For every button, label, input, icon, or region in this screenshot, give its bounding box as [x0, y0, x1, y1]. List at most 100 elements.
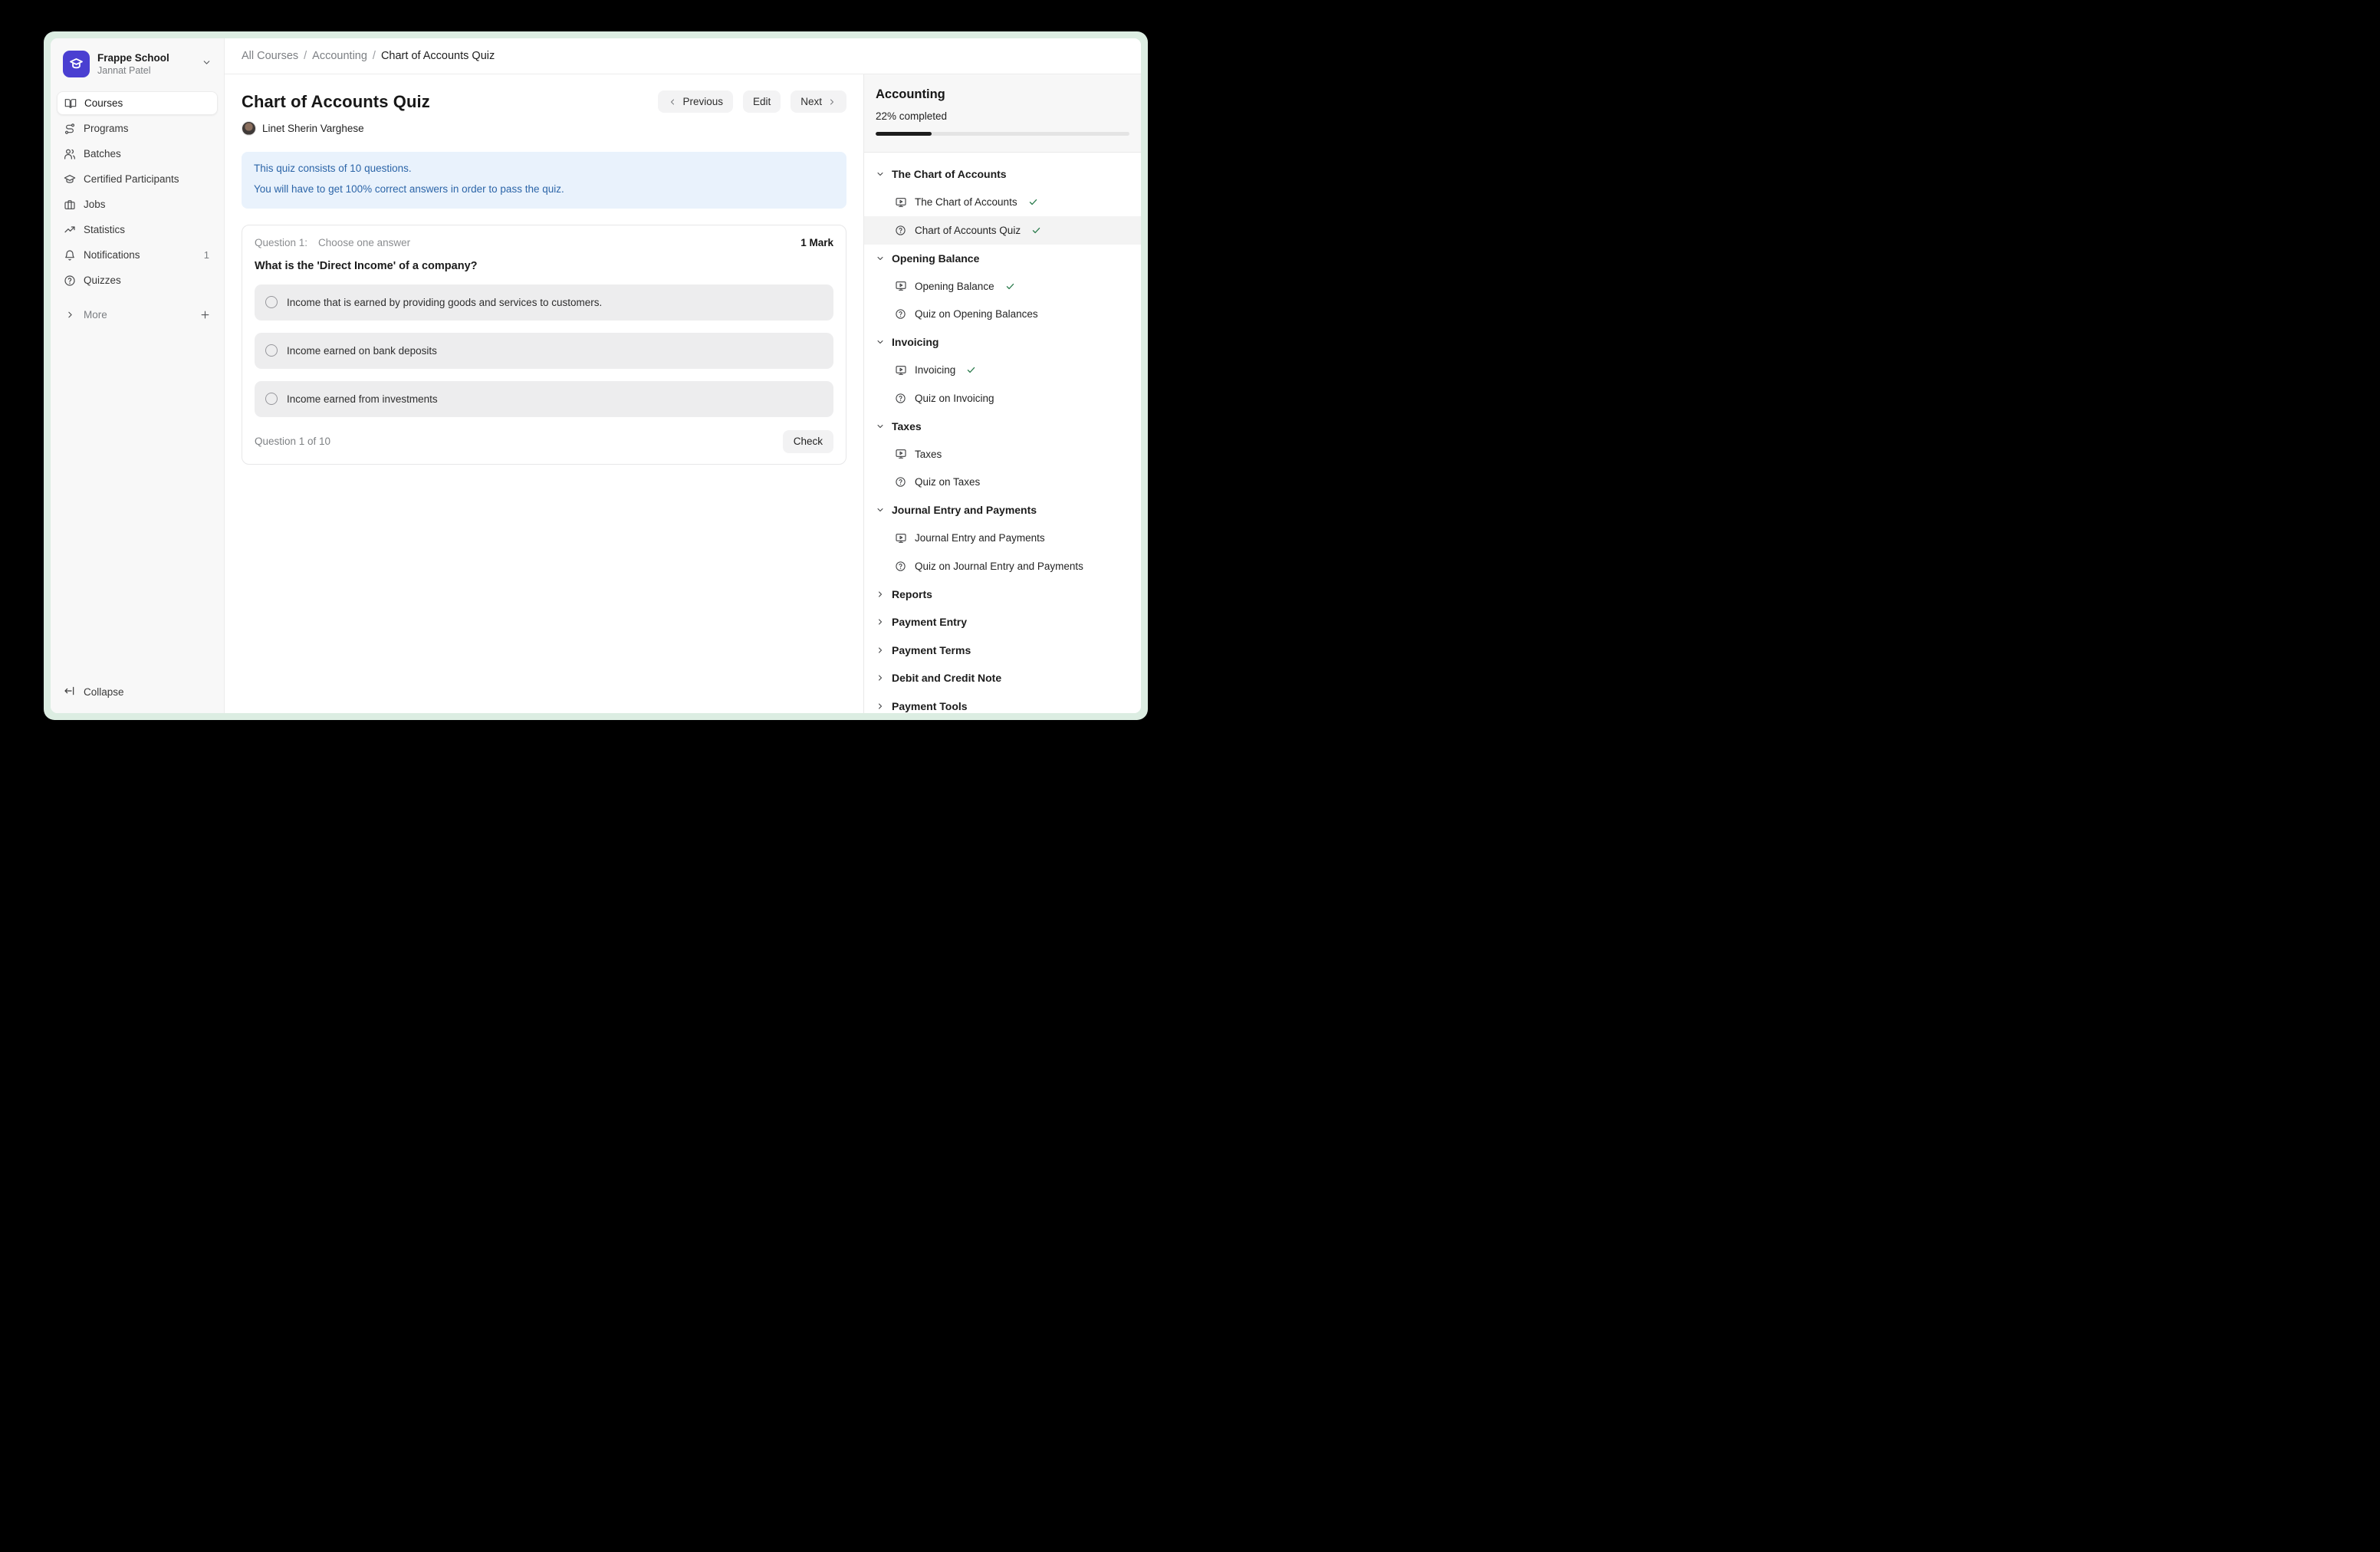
check-icon	[1005, 281, 1015, 291]
sidebar-item-statistics[interactable]: Statistics	[57, 218, 218, 242]
chapter-row-payment-entry[interactable]: Payment Entry	[864, 608, 1141, 636]
answer-option-2[interactable]: Income earned on bank deposits	[255, 333, 833, 369]
workspace-switcher[interactable]: Frappe School Jannat Patel	[57, 46, 218, 82]
breadcrumb-all-courses[interactable]: All Courses	[242, 50, 298, 62]
previous-button[interactable]: Previous	[658, 90, 733, 113]
chapter-title: The Chart of Accounts	[892, 168, 1007, 180]
check-button[interactable]: Check	[783, 430, 833, 453]
answer-option-label: Income earned from investments	[287, 393, 438, 405]
content-area: All Courses / Accounting / Chart of Acco…	[225, 38, 1141, 713]
chapter-title: Reports	[892, 588, 932, 600]
lesson-label: Invoicing	[915, 364, 955, 376]
chapter-row-payment-tools[interactable]: Payment Tools	[864, 692, 1141, 714]
chapter-row-opening-balance[interactable]: Opening Balance	[864, 245, 1141, 273]
video-lesson-icon	[894, 448, 907, 460]
sidebar-nav: Courses Programs Batches Certified Parti…	[57, 91, 218, 292]
breadcrumb: All Courses / Accounting / Chart of Acco…	[242, 50, 495, 62]
lesson-row-invoicing[interactable]: Invoicing	[864, 357, 1141, 385]
lesson-row-taxes[interactable]: Taxes	[864, 440, 1141, 469]
video-lesson-icon	[894, 364, 907, 376]
quiz-icon	[894, 476, 907, 488]
course-progress-header: Accounting 22% completed	[864, 74, 1141, 153]
breadcrumb-current: Chart of Accounts Quiz	[381, 50, 495, 62]
chevron-right-icon	[876, 673, 885, 682]
plus-icon[interactable]	[199, 309, 211, 321]
radio-icon[interactable]	[265, 344, 278, 357]
sidebar-item-programs[interactable]: Programs	[57, 117, 218, 140]
sidebar-item-more[interactable]: More	[57, 303, 218, 327]
edit-label: Edit	[753, 96, 771, 107]
left-sidebar: Frappe School Jannat Patel Courses Progr	[51, 38, 225, 713]
quiz-icon	[894, 308, 907, 320]
lesson-label: Quiz on Taxes	[915, 476, 980, 488]
breadcrumb-separator: /	[304, 50, 307, 62]
course-outline: The Chart of Accounts The Chart of Accou…	[864, 153, 1141, 713]
author-name: Linet Sherin Varghese	[262, 123, 364, 134]
chapter-row-payment-terms[interactable]: Payment Terms	[864, 636, 1141, 665]
help-circle-icon	[64, 275, 76, 287]
lesson-row-opening-balance[interactable]: Opening Balance	[864, 272, 1141, 301]
sidebar-item-certified-participants[interactable]: Certified Participants	[57, 167, 218, 191]
next-button[interactable]: Next	[791, 90, 846, 113]
sidebar-item-notifications[interactable]: Notifications 1	[57, 243, 218, 267]
sidebar-item-courses[interactable]: Courses	[57, 91, 218, 115]
users-icon	[64, 148, 76, 160]
sidebar-item-label: Notifications	[84, 249, 140, 261]
lesson-row-quiz-on-taxes[interactable]: Quiz on Taxes	[864, 469, 1141, 497]
radio-icon[interactable]	[265, 296, 278, 308]
sidebar-item-quizzes[interactable]: Quizzes	[57, 268, 218, 292]
answer-option-1[interactable]: Income that is earned by providing goods…	[255, 284, 833, 321]
chapter-title: Payment Tools	[892, 700, 968, 712]
collapse-sidebar-button[interactable]: Collapse	[57, 680, 218, 704]
chapter-title: Payment Entry	[892, 616, 967, 628]
lesson-row-journal-entry-and-payments[interactable]: Journal Entry and Payments	[864, 524, 1141, 553]
chevron-right-icon	[876, 646, 885, 655]
chevron-down-icon	[876, 505, 885, 515]
chevron-down-icon	[876, 169, 885, 179]
course-outline-panel: Accounting 22% completed The Chart of Ac…	[863, 74, 1141, 713]
chapter-row-debit-and-credit-note[interactable]: Debit and Credit Note	[864, 664, 1141, 692]
chapter-row-reports[interactable]: Reports	[864, 580, 1141, 609]
sidebar-item-label: Jobs	[84, 199, 106, 210]
chapter-title: Invoicing	[892, 336, 939, 348]
workspace-subtitle: Jannat Patel	[97, 65, 194, 76]
briefcase-icon	[64, 199, 76, 211]
lesson-label: The Chart of Accounts	[915, 196, 1017, 208]
bell-icon	[64, 249, 76, 261]
lesson-label: Opening Balance	[915, 281, 994, 292]
lesson-row-quiz-on-journal-entry-and-payments[interactable]: Quiz on Journal Entry and Payments	[864, 552, 1141, 580]
graduation-cap-icon	[64, 173, 76, 186]
lesson-row-quiz-on-invoicing[interactable]: Quiz on Invoicing	[864, 384, 1141, 413]
breadcrumb-separator: /	[373, 50, 376, 62]
radio-icon[interactable]	[265, 393, 278, 405]
sidebar-item-label: Programs	[84, 123, 129, 134]
lesson-row-the-chart-of-accounts[interactable]: The Chart of Accounts	[864, 189, 1141, 217]
chapter-row-journal-entry-and-payments[interactable]: Journal Entry and Payments	[864, 496, 1141, 524]
chapter-title: Taxes	[892, 420, 922, 432]
chapter-row-invoicing[interactable]: Invoicing	[864, 328, 1141, 357]
chevron-down-icon	[876, 422, 885, 431]
chapter-row-the-chart-of-accounts[interactable]: The Chart of Accounts	[864, 160, 1141, 189]
breadcrumb-accounting[interactable]: Accounting	[312, 50, 367, 62]
chevron-right-icon	[876, 617, 885, 626]
page-title: Chart of Accounts Quiz	[242, 92, 430, 112]
lesson-label: Quiz on Journal Entry and Payments	[915, 561, 1083, 572]
edit-button[interactable]: Edit	[743, 90, 781, 113]
sidebar-item-jobs[interactable]: Jobs	[57, 192, 218, 216]
check-icon	[1031, 225, 1041, 235]
lesson-label: Quiz on Invoicing	[915, 393, 994, 404]
chapter-row-taxes[interactable]: Taxes	[864, 413, 1141, 441]
chevron-left-icon	[668, 97, 677, 107]
course-progress-text: 22% completed	[876, 110, 1129, 122]
app-window: Frappe School Jannat Patel Courses Progr	[44, 31, 1148, 720]
lesson-row-quiz-on-opening-balances[interactable]: Quiz on Opening Balances	[864, 301, 1141, 329]
banner-line-2: You will have to get 100% correct answer…	[254, 182, 834, 197]
answer-option-3[interactable]: Income earned from investments	[255, 381, 833, 417]
lesson-label: Quiz on Opening Balances	[915, 308, 1038, 320]
content-row: Chart of Accounts Quiz Previous Edit	[225, 74, 1141, 713]
chapter-title: Debit and Credit Note	[892, 672, 1001, 684]
sidebar-item-batches[interactable]: Batches	[57, 142, 218, 166]
sidebar-item-label: Batches	[84, 148, 121, 159]
lesson-row-chart-of-accounts-quiz[interactable]: Chart of Accounts Quiz	[864, 216, 1141, 245]
quiz-icon	[894, 393, 907, 404]
